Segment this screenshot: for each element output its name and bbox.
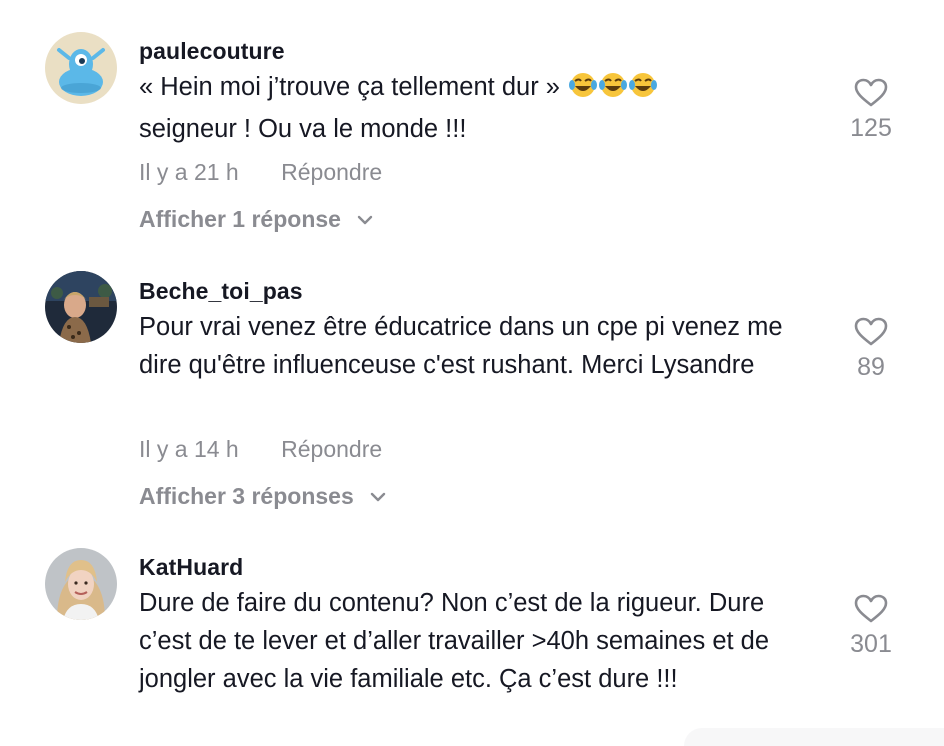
comment-text-line2: seigneur ! Ou va le monde !!! [139, 115, 467, 143]
avatar[interactable] [45, 271, 117, 343]
avatar[interactable] [45, 548, 117, 620]
like-button[interactable]: 125 [841, 78, 901, 143]
view-replies-label: Afficher 3 réponses [139, 483, 354, 509]
user-photo-avatar-icon [45, 271, 117, 343]
like-button[interactable]: 89 [841, 317, 901, 382]
comment-meta: Il y a 14 h Répondre [139, 436, 382, 463]
bottom-overlay [684, 728, 944, 746]
comment-text: « Hein moi j’trouve ça tellement dur » s… [139, 68, 829, 148]
heart-outline-icon [854, 317, 888, 346]
reply-button[interactable]: Répondre [281, 436, 382, 462]
comment-username[interactable]: paulecouture [139, 38, 285, 65]
like-count: 125 [850, 114, 892, 142]
view-replies-button[interactable]: Afficher 1 réponse [139, 206, 373, 233]
chevron-down-icon [370, 492, 386, 502]
comment-text: Dure de faire du contenu? Non c’est de l… [139, 589, 770, 693]
view-replies-button[interactable]: Afficher 3 réponses [139, 483, 386, 510]
face-with-tears-of-joy-icon [569, 71, 658, 110]
chevron-down-icon [358, 215, 373, 225]
like-count: 89 [857, 353, 885, 381]
like-count: 301 [850, 630, 892, 658]
comment-text-line1: « Hein moi j’trouve ça tellement dur » [139, 73, 560, 101]
alien-avatar-icon [45, 32, 117, 104]
comment-list: paulecouture « Hein moi j’trouve ça tell… [0, 0, 944, 746]
comment-text: Pour vrai venez être éducatrice dans un … [139, 313, 783, 379]
avatar[interactable] [45, 32, 117, 104]
comment-username[interactable]: Beche_toi_pas [139, 278, 303, 305]
heart-outline-icon [854, 594, 888, 623]
comment-meta: Il y a 21 h Répondre [139, 159, 382, 186]
heart-outline-icon [854, 78, 888, 107]
like-button[interactable]: 301 [841, 594, 901, 659]
comment-username[interactable]: KatHuard [139, 554, 243, 581]
comment-time: Il y a 21 h [139, 159, 239, 185]
reply-button[interactable]: Répondre [281, 159, 382, 185]
comment-time: Il y a 14 h [139, 436, 239, 462]
view-replies-label: Afficher 1 réponse [139, 206, 341, 232]
user-photo-avatar-icon [45, 548, 117, 620]
